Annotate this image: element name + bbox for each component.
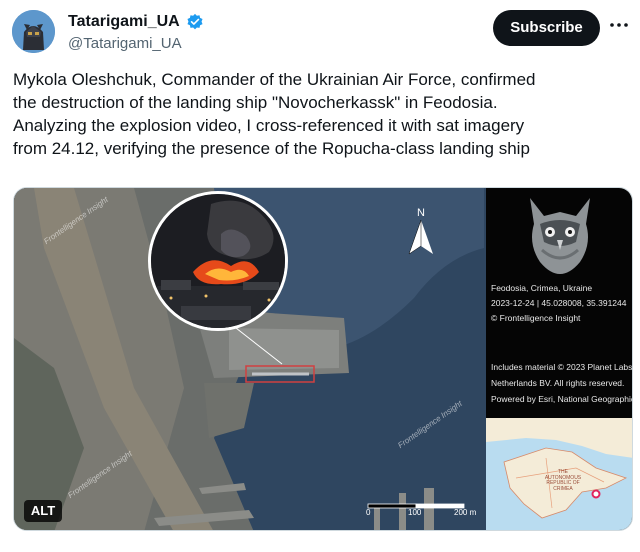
owl-logo-icon <box>530 198 590 274</box>
scale-label-0: 0 <box>366 508 371 517</box>
alt-text-badge[interactable]: ALT <box>24 500 62 522</box>
scale-label-100: 100 <box>408 508 422 517</box>
avatar-image <box>12 10 55 53</box>
attribution-line-1: Includes material © 2023 Planet Labs <box>491 362 633 372</box>
tweet-header: Tatarigami_UA @Tatarigami_UA Subscribe <box>0 0 640 64</box>
location-text: Feodosia, Crimea, Ukraine <box>491 283 593 293</box>
tweet-media-image[interactable]: Frontelligence Insight Frontelligence In… <box>13 187 633 531</box>
avatar[interactable] <box>12 10 55 53</box>
date-coords-text: 2023-12-24 | 45.028008, 35.391244 <box>491 298 627 308</box>
info-side-panel: Feodosia, Crimea, Ukraine 2023-12-24 | 4… <box>486 188 633 530</box>
account-handle[interactable]: @Tatarigami_UA <box>68 35 182 53</box>
scale-bar: 0 100 200 m <box>362 502 482 528</box>
display-name[interactable]: Tatarigami_UA <box>68 12 180 32</box>
more-horizontal-icon[interactable] <box>608 14 630 36</box>
verified-badge-icon <box>187 13 203 30</box>
subscribe-button[interactable]: Subscribe <box>493 10 600 46</box>
north-label: N <box>417 207 425 219</box>
credit-text: © Frontelligence Insight <box>491 313 581 323</box>
tweet-text: Mykola Oleshchuk, Commander of the Ukrai… <box>13 70 536 158</box>
attribution-line-3: Powered by Esri, National Geographic <box>491 394 633 404</box>
crimea-inset-map: THE AUTONOMOUS REPUBLIC OF CRIMEA <box>486 418 632 530</box>
explosion-inset-photo <box>148 191 288 331</box>
attribution-line-2: Netherlands BV. All rights reserved. <box>491 378 625 388</box>
north-arrow-icon: N <box>408 207 433 255</box>
inset-map-label: THE AUTONOMOUS REPUBLIC OF CRIMEA <box>544 469 582 492</box>
scale-label-200: 200 m <box>454 508 477 517</box>
